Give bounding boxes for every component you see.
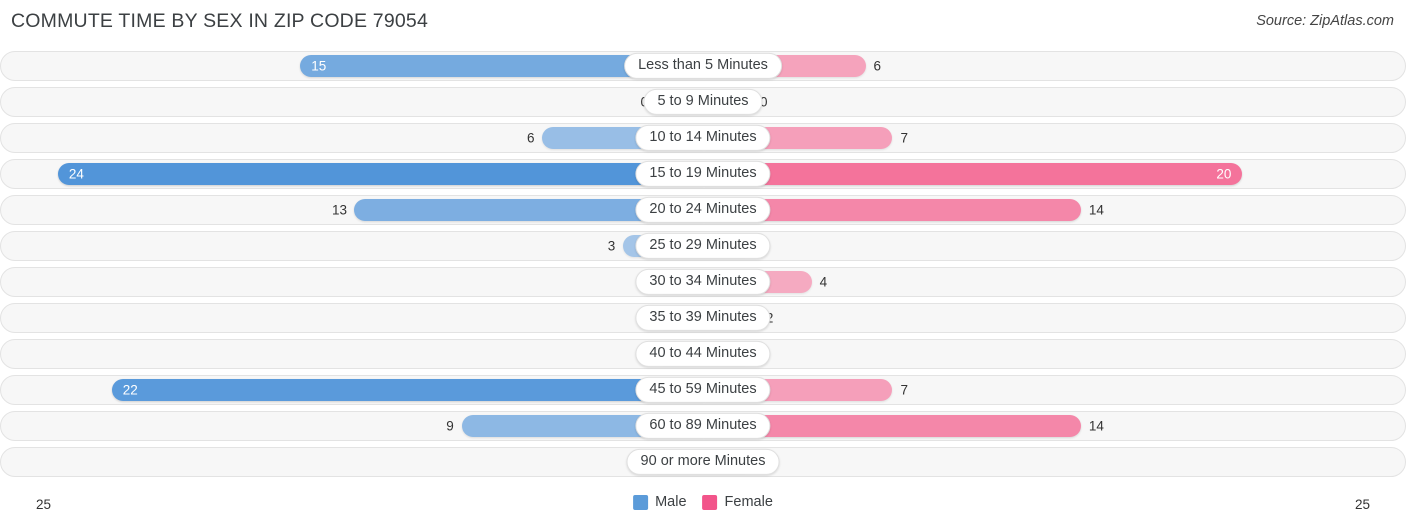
chart-header: COMMUTE TIME BY SEX IN ZIP CODE 79054 So…	[0, 0, 1406, 46]
table-row: 0235 to 39 Minutes	[0, 303, 1406, 333]
legend-swatch-male-icon	[633, 494, 649, 510]
table-row: 005 to 9 Minutes	[0, 87, 1406, 117]
bar-value-female: 14	[1088, 418, 1104, 434]
category-label-pill: 45 to 59 Minutes	[635, 376, 771, 404]
axis-label-right: 25	[1354, 497, 1370, 512]
table-row: 9 14 60 to 89 Minutes	[0, 411, 1406, 441]
bar-female	[704, 163, 1243, 185]
table-row: 0040 to 44 Minutes	[0, 339, 1406, 369]
category-label-pill: 20 to 24 Minutes	[635, 196, 771, 224]
table-row: 2090 or more Minutes	[0, 447, 1406, 477]
category-label-pill: 10 to 14 Minutes	[635, 124, 771, 152]
bar-value-female: 20	[1216, 166, 1232, 182]
category-label-pill: 35 to 39 Minutes	[635, 304, 771, 332]
row-inner: 005 to 9 Minutes	[1, 88, 1405, 116]
category-label-pill: 5 to 9 Minutes	[643, 88, 763, 116]
bar-male	[57, 163, 704, 185]
category-label-pill: 60 to 89 Minutes	[635, 412, 771, 440]
page-title: COMMUTE TIME BY SEX IN ZIP CODE 79054	[11, 10, 429, 32]
legend-item-male[interactable]: Male	[633, 494, 687, 510]
source-attribution: Source: ZipAtlas.com	[1256, 13, 1394, 29]
bar-value-female: 7	[900, 130, 908, 146]
bar-value-male: 3	[607, 238, 616, 254]
row-inner: 0235 to 39 Minutes	[1, 304, 1405, 332]
bar-value-female: 14	[1088, 202, 1104, 218]
table-row: 22 7 45 to 59 Minutes	[0, 375, 1406, 405]
chart-rows: 15 6 Less than 5 Minutes 005 to 9 Minutes 6 7…	[0, 51, 1406, 483]
legend-label-male: Male	[655, 494, 687, 510]
category-label-pill: 30 to 34 Minutes	[635, 268, 771, 296]
category-label-pill: 90 or more Minutes	[626, 448, 780, 476]
row-inner: 24 20 15 to 19 Minutes	[1, 160, 1405, 188]
chart-footer: 25 Male Female 25	[0, 493, 1406, 519]
category-label-pill: 40 to 44 Minutes	[635, 340, 771, 368]
bar-value-male: 6	[526, 130, 535, 146]
table-row: 3025 to 29 Minutes	[0, 231, 1406, 261]
chart-legend: Male Female	[633, 494, 773, 510]
bar-value-female: 4	[819, 274, 828, 290]
table-row: 13 14 20 to 24 Minutes	[0, 195, 1406, 225]
bar-value-female: 7	[900, 382, 908, 398]
bar-value-male: 24	[68, 166, 84, 182]
bar-value-male: 9	[446, 418, 454, 434]
row-inner: 0040 to 44 Minutes	[1, 340, 1405, 368]
bar-value-male: 22	[122, 382, 138, 398]
axis-label-left: 25	[36, 497, 52, 512]
legend-swatch-female-icon	[702, 494, 718, 510]
category-label-pill: Less than 5 Minutes	[624, 52, 782, 80]
legend-item-female[interactable]: Female	[702, 494, 773, 510]
row-inner: 2090 or more Minutes	[1, 448, 1405, 476]
row-inner: 3025 to 29 Minutes	[1, 232, 1405, 260]
row-inner: 15 6 Less than 5 Minutes	[1, 52, 1405, 80]
table-row: 6 7 10 to 14 Minutes	[0, 123, 1406, 153]
table-row: 24 20 15 to 19 Minutes	[0, 159, 1406, 189]
row-inner: 22 7 45 to 59 Minutes	[1, 376, 1405, 404]
bar-value-male: 13	[332, 202, 348, 218]
row-inner: 0430 to 34 Minutes	[1, 268, 1405, 296]
row-inner: 13 14 20 to 24 Minutes	[1, 196, 1405, 224]
bar-value-male: 15	[311, 58, 327, 74]
category-label-pill: 15 to 19 Minutes	[635, 160, 771, 188]
bar-male	[111, 379, 704, 401]
table-row: 0430 to 34 Minutes	[0, 267, 1406, 297]
category-label-pill: 25 to 29 Minutes	[635, 232, 771, 260]
legend-label-female: Female	[724, 494, 773, 510]
row-inner: 6 7 10 to 14 Minutes	[1, 124, 1405, 152]
bar-value-female: 6	[873, 58, 882, 74]
commute-time-chart: COMMUTE TIME BY SEX IN ZIP CODE 79054 So…	[0, 0, 1406, 523]
row-inner: 9 14 60 to 89 Minutes	[1, 412, 1405, 440]
table-row: 15 6 Less than 5 Minutes	[0, 51, 1406, 81]
